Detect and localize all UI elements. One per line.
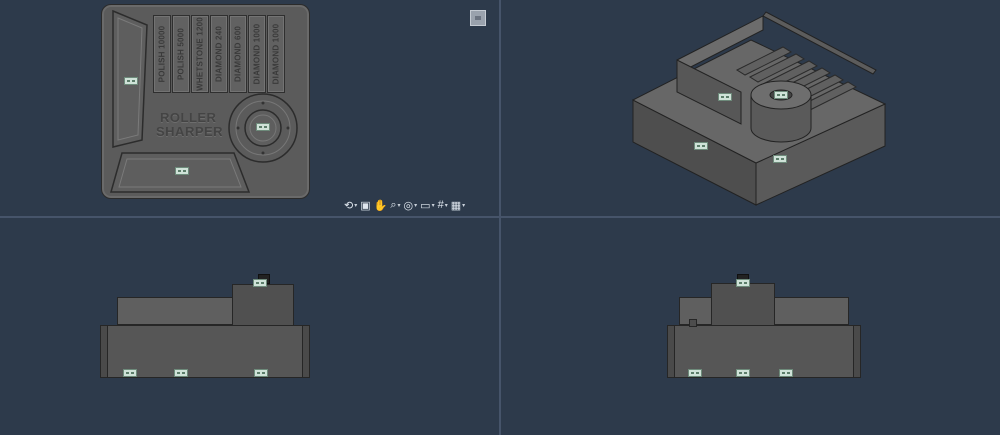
isometric-viewport[interactable] <box>501 0 1000 216</box>
display-mode-icon: ▭ <box>420 199 431 212</box>
right-roller-housing <box>711 283 775 326</box>
marker-icon[interactable] <box>779 369 793 377</box>
slot-1: POLISH 10000 <box>153 15 171 93</box>
viewports-button[interactable]: ▦ ▾ <box>451 199 465 212</box>
isometric-model[interactable] <box>501 0 1000 216</box>
right-notch <box>689 319 697 327</box>
slot-7-label: DIAMOND 1000 <box>271 23 281 85</box>
slot-6: DIAMOND 1000 <box>248 15 266 93</box>
marker-icon[interactable] <box>124 77 138 85</box>
marker-icon[interactable] <box>123 369 137 377</box>
logo-line-1: ROLLER <box>160 110 217 125</box>
slot-7: DIAMOND 1000 <box>267 15 285 93</box>
pan-button[interactable]: ✋ <box>374 199 388 212</box>
slot-2-label: POLISH 5000 <box>176 27 186 81</box>
marker-icon[interactable] <box>736 279 750 287</box>
marker-icon[interactable] <box>688 369 702 377</box>
fit-view-button[interactable]: ◎ ▾ <box>404 199 418 212</box>
marker-icon[interactable] <box>174 369 188 377</box>
view-cube-button[interactable]: ▣ <box>360 199 370 212</box>
slot-6-label: DIAMOND 1000 <box>252 23 262 85</box>
right-base-left-edge <box>667 325 675 378</box>
front-roller-housing <box>232 284 294 326</box>
slot-4-label: DIAMOND 240 <box>214 26 224 82</box>
slot-5-label: DIAMOND 600 <box>233 26 243 82</box>
right-viewport[interactable] <box>501 218 1000 435</box>
top-view-model[interactable]: POLISH 10000 POLISH 5000 WHETSTONE 1200 … <box>101 4 310 199</box>
marker-icon[interactable] <box>773 155 787 163</box>
zoom-icon: ⌕ <box>390 198 397 211</box>
logo-line-2: SHARPER <box>156 124 224 139</box>
marker-icon[interactable] <box>253 279 267 287</box>
right-base-right-edge <box>853 325 861 378</box>
orbit-icon: ⟲ <box>344 199 354 212</box>
marker-icon[interactable] <box>774 91 788 99</box>
marker-icon[interactable] <box>256 123 270 131</box>
front-back-wall <box>117 297 245 325</box>
slot-1-label: POLISH 10000 <box>157 25 167 83</box>
slot-2: POLISH 5000 <box>172 15 190 93</box>
marker-icon[interactable] <box>254 369 268 377</box>
view-cube-icon: ▣ <box>360 199 371 212</box>
display-mode-button[interactable]: ▭ ▾ <box>420 199 434 212</box>
viewports-layout-icon: ▦ <box>450 199 462 212</box>
slot-3-label: WHETSTONE 1200 <box>195 17 205 91</box>
top-viewport[interactable]: POLISH 10000 POLISH 5000 WHETSTONE 1200 … <box>0 0 499 216</box>
slot-4: DIAMOND 240 <box>210 15 228 93</box>
front-viewport[interactable] <box>0 218 499 435</box>
slot-3: WHETSTONE 1200 <box>191 15 209 93</box>
pan-hand-icon: ✋ <box>373 199 388 212</box>
orbit-button[interactable]: ⟲ ▾ <box>344 199 357 212</box>
marker-icon[interactable] <box>736 369 750 377</box>
viewport-toolbar: ⟲ ▾ ▣ ✋ ⌕ ▾ ◎ ▾ ▭ ▾ # ▾ ▦ ▾ <box>344 197 465 213</box>
slot-5: DIAMOND 600 <box>229 15 247 93</box>
fit-view-icon: ◎ <box>403 199 414 212</box>
marker-icon[interactable] <box>694 142 708 150</box>
grid-button[interactable]: # ▾ <box>438 199 448 211</box>
grid-icon: # <box>437 199 444 211</box>
front-base-right-edge <box>302 325 310 378</box>
marker-icon[interactable] <box>175 167 189 175</box>
marker-icon[interactable] <box>718 93 732 101</box>
front-base-left-edge <box>100 325 108 378</box>
zoom-button[interactable]: ⌕ ▾ <box>390 199 400 212</box>
viewport-divider-horizontal[interactable] <box>0 216 1000 218</box>
viewcube-icon[interactable] <box>470 10 486 26</box>
